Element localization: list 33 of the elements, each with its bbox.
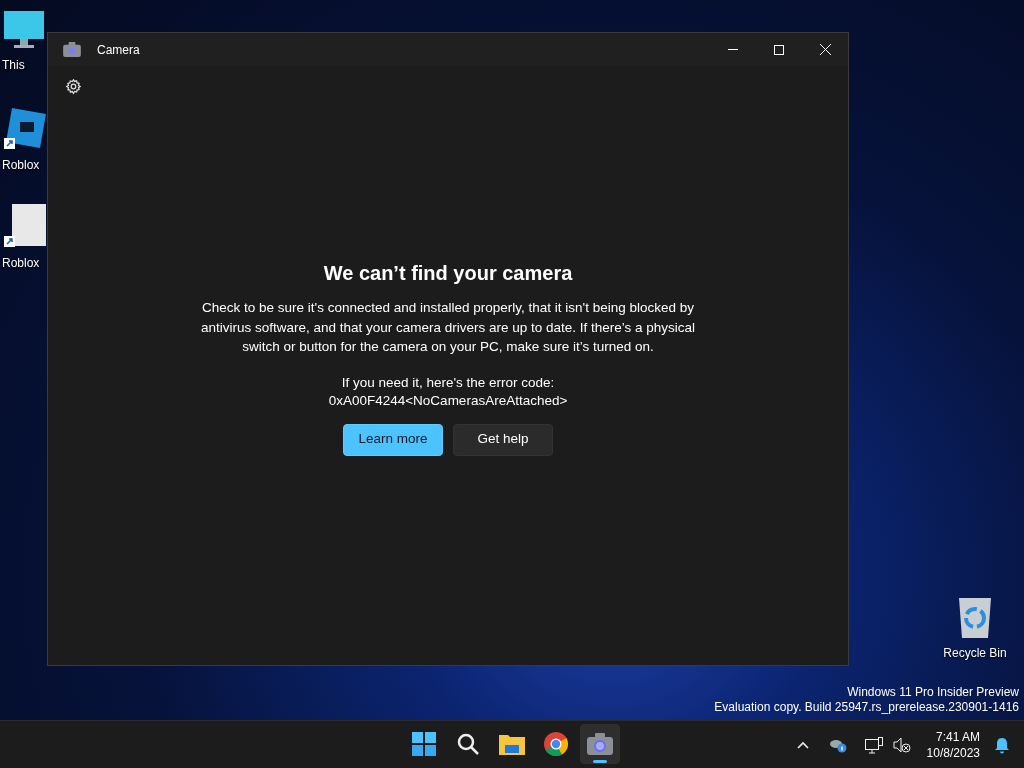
- desktop-icon-label[interactable]: Roblox: [2, 156, 40, 174]
- camera-icon: [63, 42, 81, 57]
- network-icon[interactable]: [864, 736, 883, 754]
- error-code: 0xA00F4244<NoCamerasAreAttached>: [328, 391, 568, 410]
- windows-logo-icon: [412, 732, 436, 756]
- player-logo-icon: [2, 202, 46, 250]
- watermark-text: Evaluation copy. Build 25947.rs_prerelease.230901-1416: [714, 700, 1019, 715]
- cloud-icon[interactable]: [828, 737, 847, 753]
- desktop-icon-label[interactable]: This: [2, 56, 25, 74]
- camera-icon: [587, 733, 613, 755]
- desktop-icon-label[interactable]: Recycle Bin: [943, 644, 1007, 662]
- minimize-icon: [728, 49, 738, 50]
- active-indicator: [593, 760, 607, 763]
- search-icon: [456, 732, 480, 756]
- help-button[interactable]: Get help: [453, 423, 553, 456]
- notification-bell-icon[interactable]: [994, 736, 1010, 754]
- settings-button[interactable]: [63, 76, 83, 96]
- muted-speaker-icon[interactable]: [892, 737, 911, 753]
- clock-button[interactable]: 7:41 AM 10/8/2023: [926, 729, 980, 761]
- settings-icon: [64, 77, 82, 95]
- error-code-intro: If you need it, here's the error code:: [341, 373, 555, 392]
- close-icon: [819, 44, 831, 55]
- taskbar-button[interactable]: [580, 724, 620, 764]
- maximize-icon: [774, 44, 784, 55]
- folder-icon: [499, 733, 525, 755]
- watermark-text: Windows 11 Pro Insider Preview: [847, 685, 1019, 700]
- learn-more-button[interactable]: Learn more: [343, 423, 443, 456]
- error-heading: We can’t find your camera: [323, 261, 573, 286]
- chevron-up-icon[interactable]: [796, 741, 809, 749]
- desktop-icon-label[interactable]: Roblox: [2, 254, 40, 272]
- error-message: Check to be sure it's connected and installed properly, that it isn't being blocked by antivirus software, and that your camera drivers are up to date. If there’s a physical switch or button for the camera on your PC, make sure it’s turned on.: [199, 299, 697, 356]
- browser-logo-icon: [544, 732, 568, 756]
- window-title: Camera: [97, 41, 140, 59]
